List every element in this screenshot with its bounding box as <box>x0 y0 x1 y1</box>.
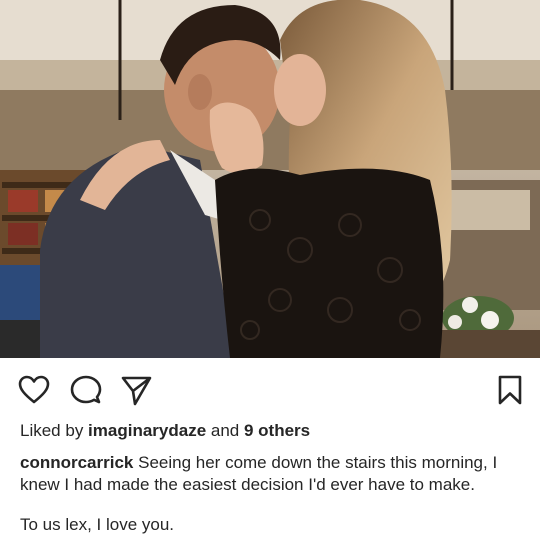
bookmark-icon <box>498 375 522 405</box>
caption-second-line: To us lex, I love you. <box>20 515 175 534</box>
liked-by-user-link[interactable]: imaginarydaze <box>88 421 206 440</box>
instagram-post: Liked by imaginarydaze and 9 others conn… <box>0 0 540 541</box>
likes-prefix: Liked by <box>20 421 89 440</box>
action-bar <box>0 370 540 410</box>
share-button[interactable] <box>120 374 152 406</box>
save-button[interactable] <box>494 374 526 406</box>
likes-others-link[interactable]: 9 others <box>244 421 310 440</box>
couple-kissing-photo <box>0 0 540 358</box>
post-caption: connorcarrick Seeing her come down the s… <box>20 452 525 496</box>
post-photo[interactable] <box>0 0 540 358</box>
send-paper-plane-icon <box>121 376 152 406</box>
like-button[interactable] <box>18 374 50 406</box>
comment-bubble-icon <box>70 375 102 404</box>
comment-button[interactable] <box>70 374 102 406</box>
likes-summary: Liked by imaginarydaze and 9 others <box>20 421 310 441</box>
heart-icon <box>18 375 50 404</box>
likes-middle: and <box>206 421 244 440</box>
caption-username-link[interactable]: connorcarrick <box>20 453 133 472</box>
